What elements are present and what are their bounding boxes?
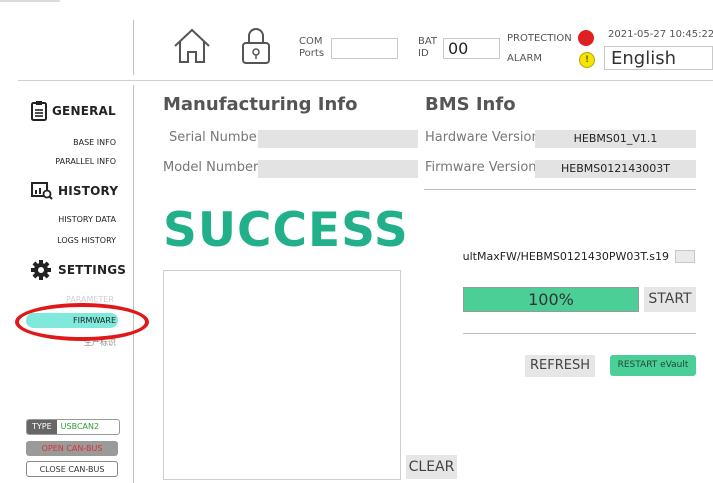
hardware-version-label: Hardware Version xyxy=(425,130,540,145)
open-can-bus-button[interactable]: OPEN CAN-BUS xyxy=(26,441,118,456)
sidebar-history-heading[interactable]: HISTORY xyxy=(58,184,118,198)
sidebar-item-production-id[interactable]: 生产标识 xyxy=(16,337,116,348)
chart-search-icon xyxy=(31,182,53,204)
status-text: SUCCESS xyxy=(163,203,409,258)
start-button[interactable]: START xyxy=(644,287,696,312)
log-output-area[interactable] xyxy=(163,270,401,480)
language-value: English xyxy=(611,48,676,69)
progress-bar: 100% xyxy=(463,287,639,312)
sidebar-divider xyxy=(133,85,134,483)
firmware-version-field: HEBMS012143003T xyxy=(535,160,696,178)
refresh-button[interactable]: REFRESH xyxy=(525,355,595,377)
can-type-badge[interactable]: TYPE USBCAN2 xyxy=(26,419,120,435)
header-bottom-divider xyxy=(18,80,713,81)
manufacturing-info-title: Manufacturing Info xyxy=(163,94,358,115)
top-edge-line xyxy=(0,0,60,2)
sidebar-settings-heading[interactable]: SETTINGS xyxy=(58,263,126,277)
home-icon[interactable] xyxy=(172,26,212,66)
protection-indicator xyxy=(578,30,594,46)
progress-text: 100% xyxy=(528,290,574,309)
sidebar-item-logs-history[interactable]: LOGS HISTORY xyxy=(16,236,116,245)
actions-divider xyxy=(463,333,696,334)
bat-id-label: BAT ID xyxy=(418,36,438,59)
sidebar-item-history-data[interactable]: HISTORY DATA xyxy=(16,215,116,224)
bat-id-field[interactable]: 00 xyxy=(443,38,500,59)
datetime-display: 2021-05-27 10:45:22 xyxy=(608,29,713,40)
serial-number-label: Serial Number xyxy=(169,130,263,145)
can-type-value: USBCAN2 xyxy=(60,422,100,431)
alarm-label: ALARM xyxy=(507,53,543,64)
serial-number-field xyxy=(258,130,418,148)
bat-id-value: 00 xyxy=(448,39,469,58)
clear-button[interactable]: CLEAR xyxy=(406,455,457,479)
model-number-label: Model Number xyxy=(163,160,259,175)
model-number-field xyxy=(258,160,418,178)
header-divider xyxy=(133,20,134,75)
language-select[interactable]: English xyxy=(604,46,713,70)
gear-icon xyxy=(31,260,51,284)
lock-icon[interactable] xyxy=(240,25,272,65)
firmware-version-label: Firmware Version xyxy=(425,160,537,175)
bms-info-title: BMS Info xyxy=(425,94,516,115)
protection-label: PROTECTION xyxy=(507,33,572,44)
com-ports-label: COM Ports xyxy=(299,36,325,59)
close-can-bus-button[interactable]: CLOSE CAN-BUS xyxy=(26,461,118,477)
sidebar-item-parameter[interactable]: PARAMETER xyxy=(66,295,114,304)
sidebar-item-firmware-label: FIRMWARE xyxy=(73,316,116,325)
can-type-label: TYPE xyxy=(27,420,57,434)
sidebar-item-parallel-info[interactable]: PARALLEL INFO xyxy=(16,157,116,166)
sidebar-item-base-info[interactable]: BASE INFO xyxy=(16,138,116,147)
alarm-indicator-icon: ! xyxy=(579,52,595,68)
firmware-file-path[interactable]: VaultMaxFW/HEBMS0121430PW03T.s19 xyxy=(463,250,669,263)
clipboard-icon xyxy=(31,101,47,125)
restart-evault-button[interactable]: RESTART eVault xyxy=(610,355,696,376)
com-ports-select[interactable] xyxy=(331,38,398,59)
bms-divider xyxy=(424,189,696,190)
sidebar-general-heading[interactable]: GENERAL xyxy=(52,104,116,118)
browse-file-button[interactable] xyxy=(675,250,695,263)
hardware-version-field: HEBMS01_V1.1 xyxy=(535,130,696,148)
